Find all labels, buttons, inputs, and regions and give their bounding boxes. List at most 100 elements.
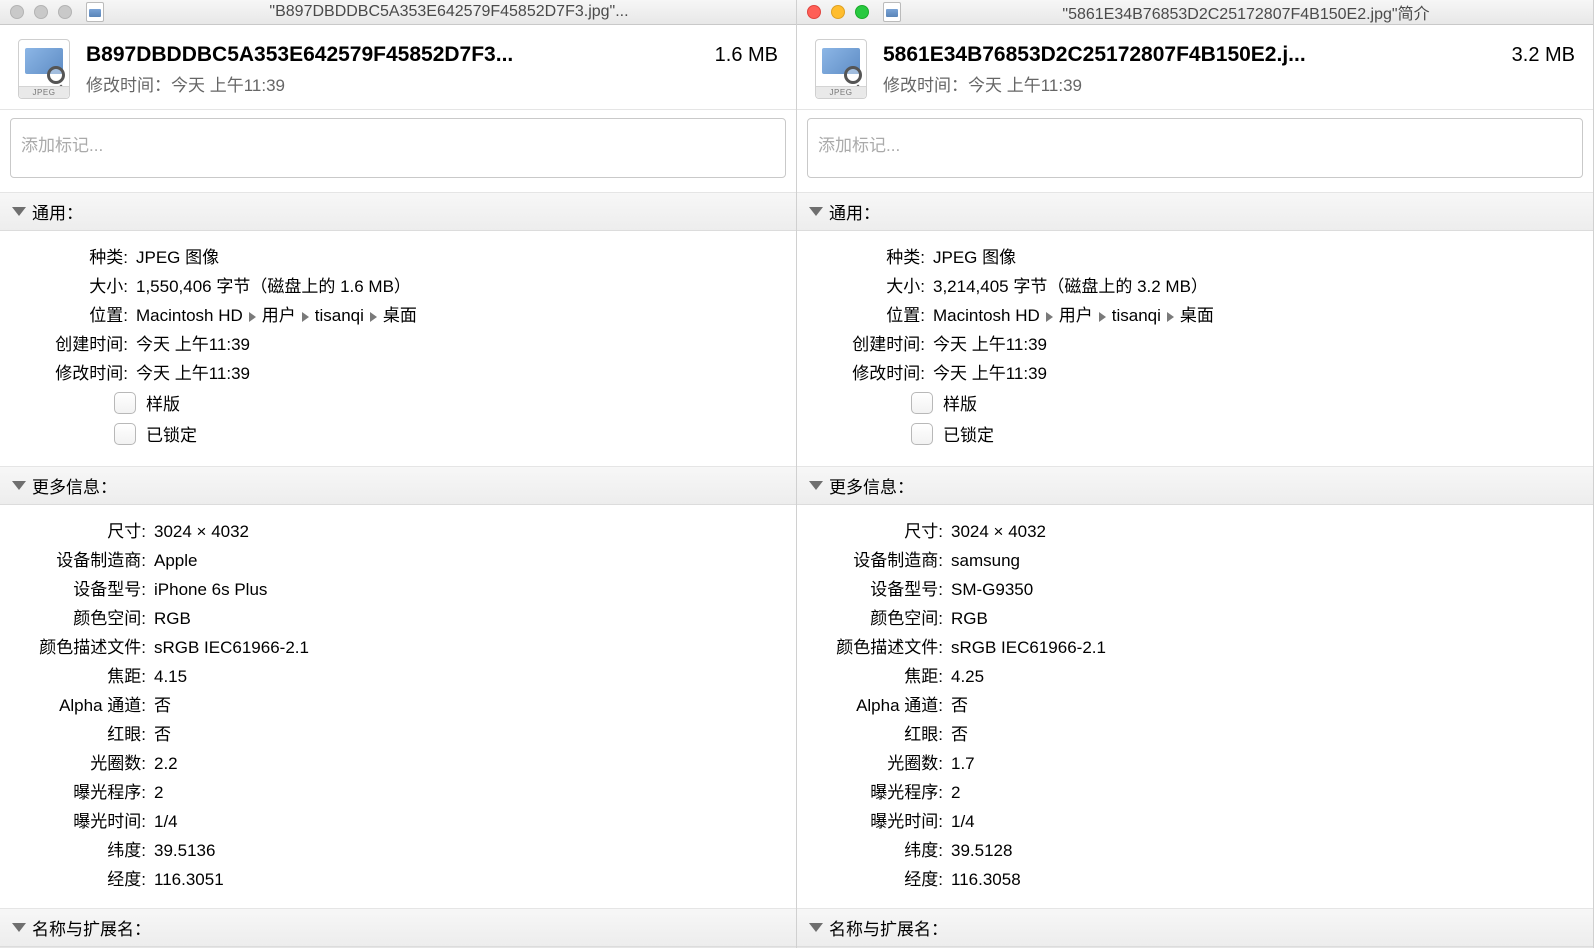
- minimize-icon[interactable]: [34, 5, 48, 19]
- minimize-icon[interactable]: [831, 5, 845, 19]
- modified-label: 修改时间：: [86, 76, 171, 95]
- row-size: 大小3,214,405 字节（磁盘上的 3.2 MB）: [811, 272, 1579, 297]
- section-title: 名称与扩展名：: [829, 915, 948, 940]
- file-size: 3.2 MB: [1512, 44, 1575, 67]
- zoom-icon[interactable]: [58, 5, 72, 19]
- row-created: 创建时间今天 上午11:39: [14, 330, 782, 355]
- info-window-left: "B897DBDDBC5A353E642579F45852D7F3.jpg"..…: [0, 0, 797, 948]
- row-profile: 颜色描述文件sRGB IEC61966-2.1: [811, 633, 1579, 658]
- row-model: 设备型号SM-G9350: [811, 575, 1579, 600]
- tags-input[interactable]: 添加标记...: [807, 118, 1583, 178]
- row-kind: 种类JPEG 图像: [811, 243, 1579, 268]
- row-where: 位置Macintosh HD用户tisanqi桌面: [811, 301, 1579, 326]
- row-program: 曝光程序2: [811, 778, 1579, 803]
- close-icon[interactable]: [10, 5, 24, 19]
- file-header: JPEG 5861E34B76853D2C25172807F4B150E2.j.…: [797, 25, 1593, 110]
- row-where: 位置Macintosh HD用户tisanqi桌面: [14, 301, 782, 326]
- preview-magnifier-icon: [844, 66, 862, 84]
- row-stationery: 样版: [911, 390, 1579, 415]
- info-window-right: "5861E34B76853D2C25172807F4B150E2.jpg"简介…: [797, 0, 1594, 948]
- row-dimensions: 尺寸3024 × 4032: [811, 517, 1579, 542]
- file-size: 1.6 MB: [715, 44, 778, 67]
- row-modified: 修改时间今天 上午11:39: [14, 359, 782, 384]
- section-more-info: 更多信息： 尺寸3024 × 4032 设备制造商samsung 设备型号SM-…: [797, 467, 1593, 909]
- path-value: Macintosh HD用户tisanqi桌面: [136, 301, 782, 326]
- zoom-icon[interactable]: [855, 5, 869, 19]
- stationery-label: 样版: [146, 390, 180, 415]
- row-fnumber: 光圈数1.7: [811, 749, 1579, 774]
- modified-line: 修改时间：今天 上午11:39: [883, 71, 1575, 96]
- locked-label: 已锁定: [146, 421, 197, 446]
- file-icon[interactable]: JPEG: [18, 39, 70, 99]
- row-colorspace: 颜色空间RGB: [14, 604, 782, 629]
- preview-magnifier-icon: [47, 66, 65, 84]
- row-redeye: 红眼否: [811, 720, 1579, 745]
- file-header: JPEG B897DBDDBC5A353E642579F45852D7F3...…: [0, 25, 796, 110]
- row-exposure: 曝光时间1/4: [811, 807, 1579, 832]
- locked-label: 已锁定: [943, 421, 994, 446]
- row-colorspace: 颜色空间RGB: [811, 604, 1579, 629]
- row-kind: 种类JPEG 图像: [14, 243, 782, 268]
- chevron-down-icon: [12, 207, 26, 216]
- row-latitude: 纬度39.5128: [811, 836, 1579, 861]
- proxy-icon[interactable]: [86, 2, 104, 22]
- traffic-lights: [10, 5, 72, 19]
- titlebar[interactable]: "B897DBDDBC5A353E642579F45852D7F3.jpg"..…: [0, 0, 796, 25]
- stationery-label: 样版: [943, 390, 977, 415]
- titlebar[interactable]: "5861E34B76853D2C25172807F4B150E2.jpg"简介: [797, 0, 1593, 25]
- stationery-checkbox[interactable]: [114, 392, 136, 414]
- section-header-more[interactable]: 更多信息：: [0, 467, 796, 505]
- section-title: 通用：: [829, 199, 880, 224]
- traffic-lights: [807, 5, 869, 19]
- row-exposure: 曝光时间1/4: [14, 807, 782, 832]
- proxy-icon[interactable]: [883, 2, 901, 22]
- section-more-info: 更多信息： 尺寸3024 × 4032 设备制造商Apple 设备型号iPhon…: [0, 467, 796, 909]
- section-header-name-ext[interactable]: 名称与扩展名：: [797, 909, 1593, 947]
- row-created: 创建时间今天 上午11:39: [811, 330, 1579, 355]
- section-title: 更多信息：: [32, 473, 117, 498]
- window-title: "5861E34B76853D2C25172807F4B150E2.jpg"简介: [909, 0, 1583, 24]
- row-longitude: 经度116.3051: [14, 865, 782, 890]
- row-dimensions: 尺寸3024 × 4032: [14, 517, 782, 542]
- row-fnumber: 光圈数2.2: [14, 749, 782, 774]
- tags-section: 添加标记...: [0, 110, 796, 193]
- section-general: 通用： 种类JPEG 图像 大小3,214,405 字节（磁盘上的 3.2 MB…: [797, 193, 1593, 467]
- row-redeye: 红眼否: [14, 720, 782, 745]
- section-name-ext: 名称与扩展名：: [0, 909, 796, 948]
- section-header-general[interactable]: 通用：: [0, 193, 796, 231]
- row-modified: 修改时间今天 上午11:39: [811, 359, 1579, 384]
- row-make: 设备制造商Apple: [14, 546, 782, 571]
- modified-label: 修改时间：: [883, 76, 968, 95]
- row-program: 曝光程序2: [14, 778, 782, 803]
- locked-checkbox[interactable]: [114, 423, 136, 445]
- stationery-checkbox[interactable]: [911, 392, 933, 414]
- section-name-ext: 名称与扩展名：: [797, 909, 1593, 948]
- tags-section: 添加标记...: [797, 110, 1593, 193]
- file-icon-caption: JPEG: [816, 86, 866, 98]
- row-make: 设备制造商samsung: [811, 546, 1579, 571]
- row-longitude: 经度116.3058: [811, 865, 1579, 890]
- file-icon-caption: JPEG: [19, 86, 69, 98]
- window-title: "B897DBDDBC5A353E642579F45852D7F3.jpg"..…: [112, 3, 786, 21]
- file-icon[interactable]: JPEG: [815, 39, 867, 99]
- file-name: B897DBDDBC5A353E642579F45852D7F3...: [86, 43, 703, 67]
- chevron-down-icon: [12, 481, 26, 490]
- modified-value: 今天 上午11:39: [171, 76, 285, 95]
- file-name: 5861E34B76853D2C25172807F4B150E2.j...: [883, 43, 1500, 67]
- section-header-more[interactable]: 更多信息：: [797, 467, 1593, 505]
- tags-input[interactable]: 添加标记...: [10, 118, 786, 178]
- row-locked: 已锁定: [114, 421, 782, 446]
- close-icon[interactable]: [807, 5, 821, 19]
- section-general: 通用： 种类JPEG 图像 大小1,550,406 字节（磁盘上的 1.6 MB…: [0, 193, 796, 467]
- row-model: 设备型号iPhone 6s Plus: [14, 575, 782, 600]
- chevron-down-icon: [12, 923, 26, 932]
- chevron-down-icon: [809, 481, 823, 490]
- row-locked: 已锁定: [911, 421, 1579, 446]
- section-header-name-ext[interactable]: 名称与扩展名：: [0, 909, 796, 947]
- row-size: 大小1,550,406 字节（磁盘上的 1.6 MB）: [14, 272, 782, 297]
- modified-value: 今天 上午11:39: [968, 76, 1082, 95]
- locked-checkbox[interactable]: [911, 423, 933, 445]
- row-profile: 颜色描述文件sRGB IEC61966-2.1: [14, 633, 782, 658]
- section-header-general[interactable]: 通用：: [797, 193, 1593, 231]
- path-value: Macintosh HD用户tisanqi桌面: [933, 301, 1579, 326]
